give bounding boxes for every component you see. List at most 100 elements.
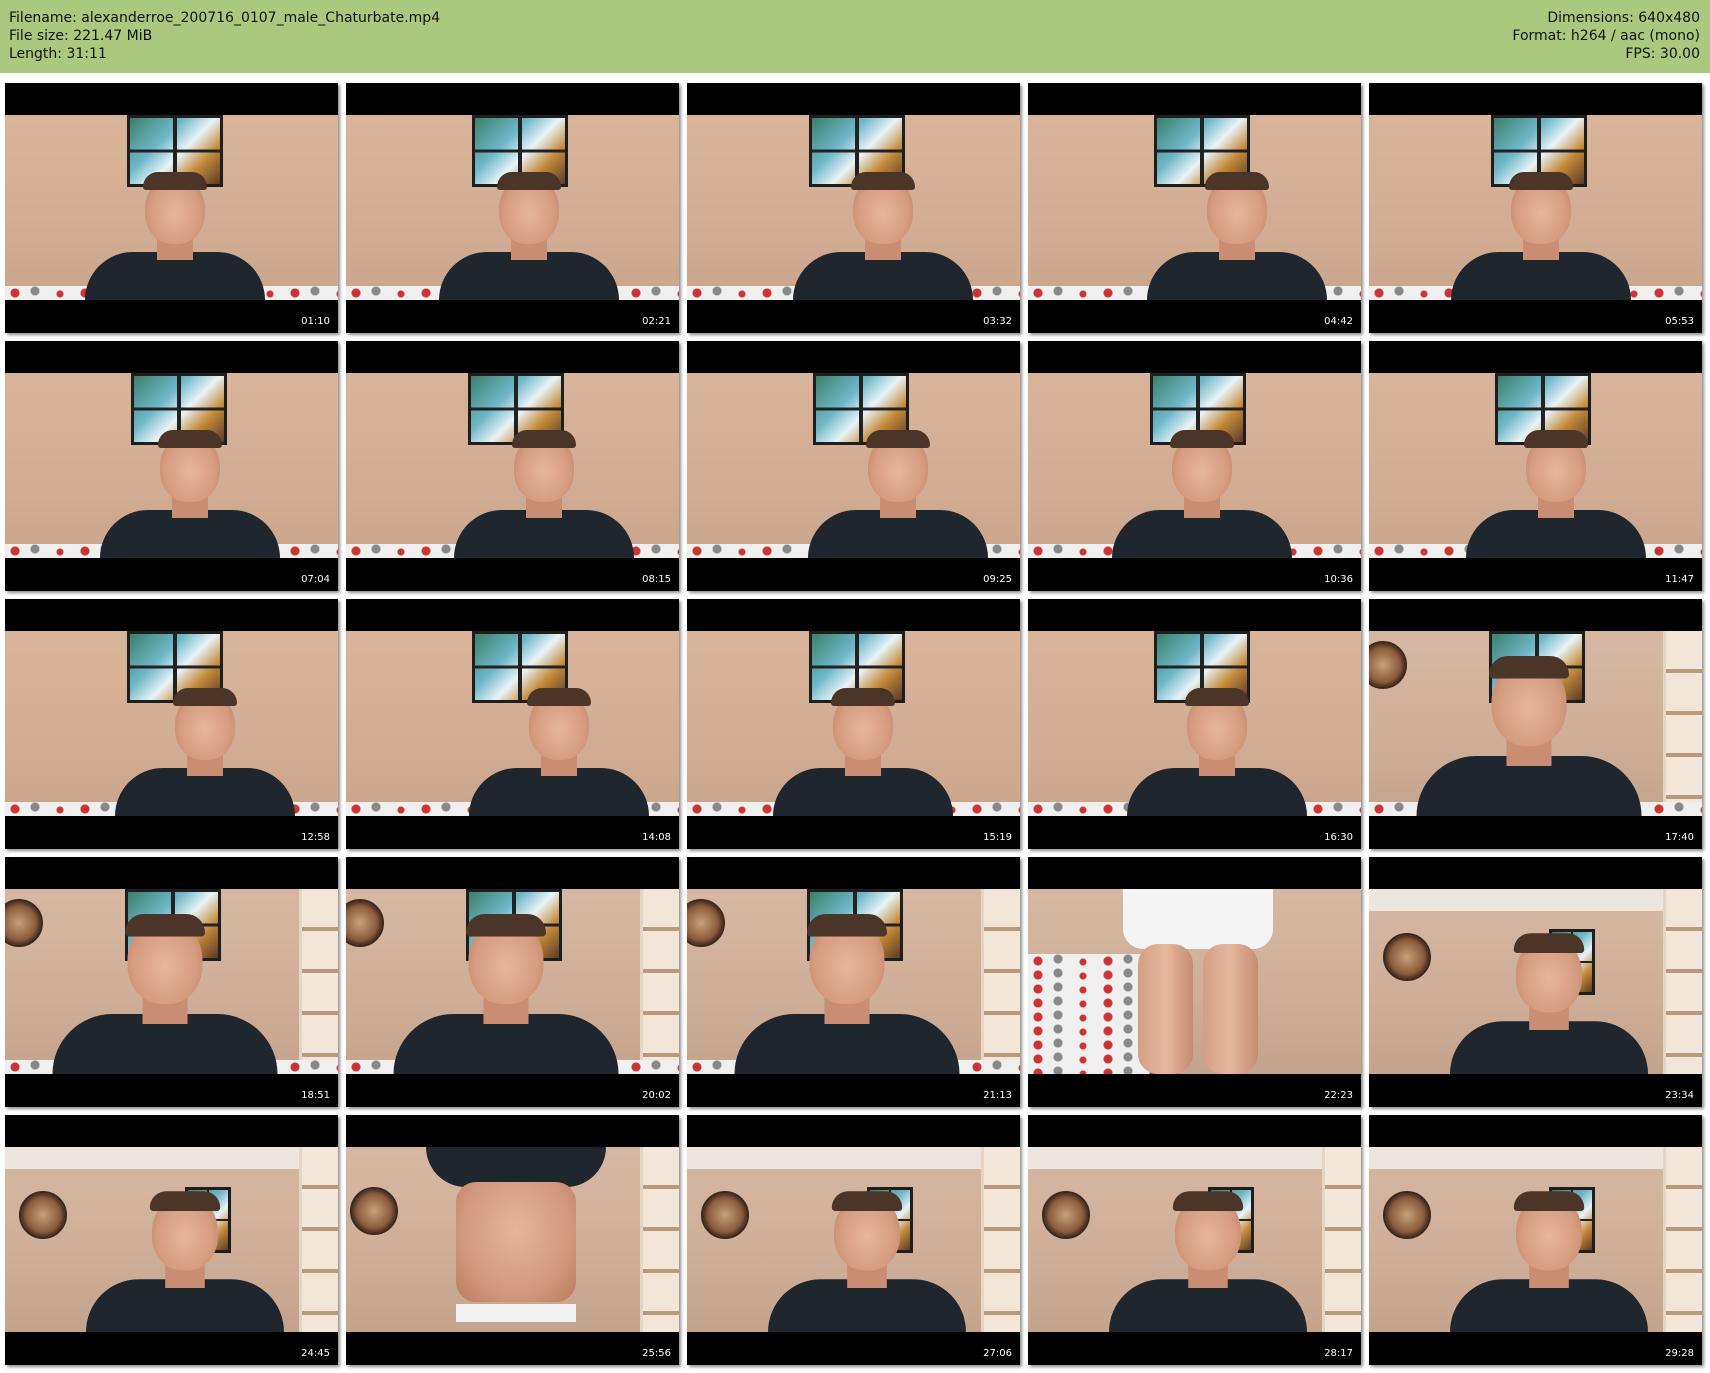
timestamp-label: 04:42 xyxy=(1324,316,1353,327)
ceiling xyxy=(687,1147,1020,1169)
hair xyxy=(807,914,887,937)
hair xyxy=(466,914,546,937)
person-figure xyxy=(393,914,619,1074)
video-thumbnail[interactable]: 07:04 xyxy=(5,341,338,591)
hair xyxy=(1185,688,1249,706)
thumbnail-frame xyxy=(346,889,679,1074)
video-thumbnail[interactable]: 20:02 xyxy=(346,857,679,1107)
video-thumbnail[interactable]: 05:53 xyxy=(1369,83,1702,333)
video-thumbnail[interactable]: 21:13 xyxy=(687,857,1020,1107)
shelf xyxy=(1663,1147,1702,1332)
ceiling xyxy=(1028,1147,1361,1169)
person-figure xyxy=(1112,430,1292,558)
timestamp-label: 20:02 xyxy=(642,1090,671,1101)
thumbnail-frame xyxy=(687,1147,1020,1332)
hair xyxy=(158,430,222,448)
person-figure xyxy=(1147,172,1327,300)
thumbnail-frame xyxy=(1028,631,1361,816)
timestamp-label: 18:51 xyxy=(301,1090,330,1101)
video-thumbnail[interactable]: 10:36 xyxy=(1028,341,1361,591)
thumbnail-frame xyxy=(1369,115,1702,300)
video-thumbnail[interactable]: 27:06 xyxy=(687,1115,1020,1365)
timestamp-label: 23:34 xyxy=(1665,1090,1694,1101)
timestamp-label: 10:36 xyxy=(1324,574,1353,585)
person-figure xyxy=(85,172,265,300)
video-thumbnail[interactable]: 03:32 xyxy=(687,83,1020,333)
person-figure xyxy=(734,914,960,1074)
thumbnail-frame xyxy=(5,373,338,558)
hair xyxy=(149,1191,221,1211)
video-thumbnail[interactable]: 14:08 xyxy=(346,599,679,849)
timestamp-label: 25:56 xyxy=(642,1348,671,1359)
shelf xyxy=(1322,1147,1361,1332)
thumbnail-frame xyxy=(346,631,679,816)
timestamp-label: 05:53 xyxy=(1665,316,1694,327)
thumbnail-frame xyxy=(1028,373,1361,558)
timestamp-label: 15:19 xyxy=(983,832,1012,843)
timestamp-label: 16:30 xyxy=(1324,832,1353,843)
video-thumbnail[interactable]: 09:25 xyxy=(687,341,1020,591)
hair xyxy=(497,172,561,190)
ceiling xyxy=(5,1147,338,1169)
thumbnail-frame xyxy=(1028,1147,1361,1332)
video-thumbnail[interactable]: 18:51 xyxy=(5,857,338,1107)
thumbnail-frame xyxy=(5,115,338,300)
thumbnail-frame xyxy=(1028,889,1361,1074)
hair xyxy=(851,172,915,190)
video-thumbnail[interactable]: 11:47 xyxy=(1369,341,1702,591)
wall-clock xyxy=(687,899,725,947)
wall-clock xyxy=(346,899,384,947)
video-thumbnail[interactable]: 04:42 xyxy=(1028,83,1361,333)
person-figure xyxy=(1416,656,1642,816)
wall-clock xyxy=(1369,641,1407,689)
video-thumbnail[interactable]: 24:45 xyxy=(5,1115,338,1365)
person-figure xyxy=(439,172,619,300)
shelf xyxy=(640,1147,679,1332)
ceiling xyxy=(1369,1147,1702,1169)
person-figure xyxy=(1451,172,1631,300)
person-figure xyxy=(808,430,988,558)
hair xyxy=(1513,933,1585,953)
person-figure xyxy=(1109,1191,1307,1332)
wall-clock xyxy=(1383,933,1431,981)
video-thumbnail[interactable]: 02:21 xyxy=(346,83,679,333)
ceiling xyxy=(1369,889,1702,911)
video-thumbnail[interactable]: 16:30 xyxy=(1028,599,1361,849)
timestamp-label: 01:10 xyxy=(301,316,330,327)
video-thumbnail[interactable]: 29:28 xyxy=(1369,1115,1702,1365)
timestamp-label: 02:21 xyxy=(642,316,671,327)
person-figure xyxy=(1466,430,1646,558)
timestamp-label: 12:58 xyxy=(301,832,330,843)
legs-figure xyxy=(1123,889,1273,1074)
waistband xyxy=(456,1304,576,1322)
video-thumbnail[interactable]: 25:56 xyxy=(346,1115,679,1365)
timestamp-label: 08:15 xyxy=(642,574,671,585)
video-thumbnail[interactable]: 08:15 xyxy=(346,341,679,591)
wall-clock xyxy=(19,1191,67,1239)
thumbnail-frame xyxy=(687,631,1020,816)
thumbnail-frame xyxy=(1028,115,1361,300)
video-thumbnail[interactable]: 22:23 xyxy=(1028,857,1361,1107)
video-thumbnail[interactable]: 17:40 xyxy=(1369,599,1702,849)
shelf xyxy=(640,889,679,1074)
person-figure xyxy=(115,688,295,816)
thumbnail-frame xyxy=(687,889,1020,1074)
timestamp-label: 09:25 xyxy=(983,574,1012,585)
thumbnail-frame xyxy=(5,1147,338,1332)
torso-figure xyxy=(416,1147,616,1332)
hair xyxy=(831,688,895,706)
thumbnail-frame xyxy=(1369,1147,1702,1332)
shelf xyxy=(1663,889,1702,1074)
video-thumbnail[interactable]: 23:34 xyxy=(1369,857,1702,1107)
thumbnail-frame xyxy=(1369,889,1702,1074)
hair xyxy=(1524,430,1588,448)
video-thumbnail[interactable]: 01:10 xyxy=(5,83,338,333)
video-thumbnail[interactable]: 12:58 xyxy=(5,599,338,849)
thumbnail-frame xyxy=(687,373,1020,558)
timestamp-label: 11:47 xyxy=(1665,574,1694,585)
video-thumbnail[interactable]: 28:17 xyxy=(1028,1115,1361,1365)
video-thumbnail[interactable]: 15:19 xyxy=(687,599,1020,849)
hair xyxy=(831,1191,903,1211)
thumbnail-frame xyxy=(1369,373,1702,558)
timestamp-label: 22:23 xyxy=(1324,1090,1353,1101)
